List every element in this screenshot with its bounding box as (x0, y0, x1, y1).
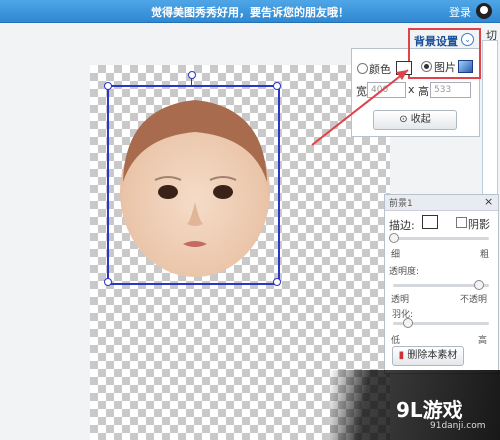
opaque-label: 不透明 (460, 295, 488, 305)
thin-label: 细 (391, 250, 401, 260)
shadow-checkbox[interactable] (456, 217, 467, 228)
border-slider-track[interactable] (393, 237, 489, 240)
thick-label: 粗 (480, 250, 490, 260)
chevron-down-icon[interactable]: ⌄ (461, 33, 474, 46)
rotate-stem (191, 78, 192, 86)
height-field[interactable]: 533 (430, 82, 471, 98)
rotate-handle[interactable] (188, 71, 196, 79)
border-slider-knob[interactable] (389, 233, 399, 243)
trash-icon: ▮ (398, 350, 405, 361)
foreground-title: 前景1 (389, 199, 413, 209)
right-tab-label[interactable]: 切 (486, 27, 497, 43)
qq-icon[interactable] (476, 3, 492, 19)
close-icon[interactable]: × (484, 195, 493, 208)
resize-handle-bottom-left[interactable] (104, 278, 112, 286)
promo-message: 觉得美图秀秀好用，要告诉您的朋友哦！ (151, 6, 349, 19)
shadow-label: 阴影 (468, 218, 490, 231)
low-label: 低 (391, 336, 401, 346)
transparency-slider-knob[interactable] (474, 280, 484, 290)
top-banner: 觉得美图秀秀好用，要告诉您的朋友哦！ 登录 (0, 0, 500, 23)
border-label: 描边: (389, 219, 415, 232)
transparent-label: 透明 (391, 295, 410, 305)
selection-box[interactable] (107, 85, 280, 285)
image-radio[interactable] (421, 61, 432, 72)
delete-label: 删除本素材 (407, 350, 458, 361)
resize-handle-top-right[interactable] (273, 82, 281, 90)
login-link[interactable]: 登录 (449, 4, 471, 20)
transparency-label: 透明度: (389, 267, 420, 277)
image-icon[interactable] (458, 60, 473, 73)
image-option-label: 图片 (434, 61, 456, 74)
delete-material-button[interactable]: ▮ 删除本素材 (392, 346, 464, 366)
annotation-arrow (311, 69, 409, 146)
watermark-site: 91danji.com (430, 421, 486, 431)
border-color-swatch[interactable] (422, 215, 438, 229)
feather-slider-knob[interactable] (403, 318, 413, 328)
resize-handle-bottom-right[interactable] (273, 278, 281, 286)
background-settings-title[interactable]: 背景设置 (414, 33, 458, 49)
watermark-brand: 9L游戏 (396, 398, 463, 422)
resize-handle-top-left[interactable] (104, 82, 112, 90)
high-label: 高 (478, 336, 488, 346)
